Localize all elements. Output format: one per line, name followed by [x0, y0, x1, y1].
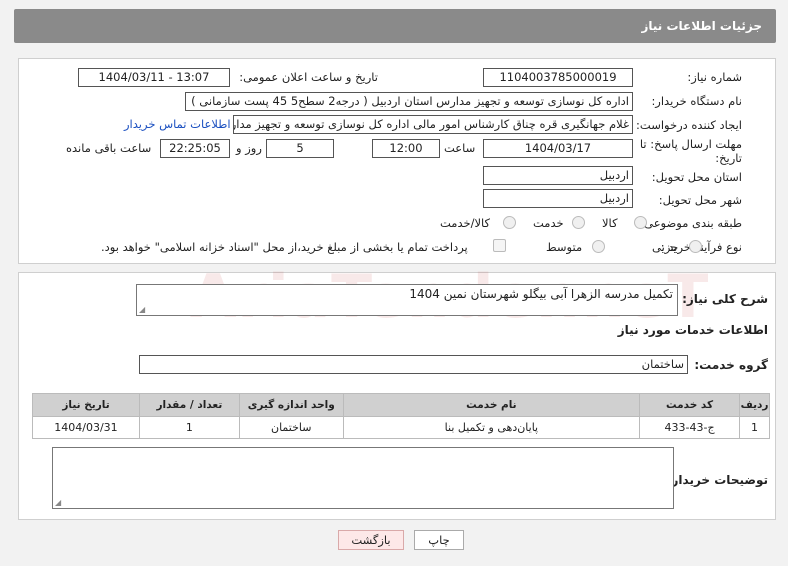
category-label: طبقه بندی موضوعی:: [640, 216, 742, 230]
deadline-time-field: 12:00: [372, 139, 440, 158]
summary-text: تکمیل مدرسه الزهرا آبی بیگلو شهرستان نمی…: [409, 287, 673, 301]
process-medium-radio[interactable]: [592, 240, 605, 253]
province-label: استان محل تحویل:: [651, 170, 742, 184]
cell-service-code: ج-43-433: [639, 416, 741, 439]
page-title: جزئیات اطلاعات نیاز: [641, 19, 762, 33]
cell-row-number: 1: [739, 416, 770, 439]
services-table: ردیف کد خدمت نام خدمت واحد اندازه گیری ت…: [32, 393, 770, 439]
days-label: روز و: [236, 141, 262, 155]
services-section-title: اطلاعات خدمات مورد نیاز: [617, 323, 768, 337]
col-header-service-name: نام خدمت: [342, 393, 641, 417]
service-group-field: ساختمان: [139, 355, 688, 374]
col-header-quantity: تعداد / مقدار: [138, 393, 240, 417]
category-service-radio[interactable]: [572, 216, 585, 229]
cell-unit: ساختمان: [238, 416, 344, 439]
category-goods-radio[interactable]: [634, 216, 647, 229]
back-button[interactable]: بازگشت: [338, 530, 404, 550]
table-header-row: ردیف کد خدمت نام خدمت واحد اندازه گیری ت…: [32, 393, 770, 417]
need-number-field: 1104003785000019: [483, 68, 633, 87]
summary-field: تکمیل مدرسه الزهرا آبی بیگلو شهرستان نمی…: [136, 284, 678, 316]
remaining-time-field: 22:25:05: [160, 139, 230, 158]
process-minor-radio[interactable]: [689, 240, 702, 253]
buyer-label: نام دستگاه خریدار:: [651, 94, 742, 108]
remaining-label: ساعت باقی مانده: [66, 141, 152, 155]
cell-service-name: پایان‌دهی و تکمیل بنا: [342, 416, 641, 439]
province-field: اردبیل: [483, 166, 633, 185]
announce-field: 1404/03/11 - 13:07: [78, 68, 230, 87]
deadline-date-field: 1404/03/17: [483, 139, 633, 158]
notes-resize-grip: ◢: [55, 498, 62, 507]
page-header: جزئیات اطلاعات نیاز: [14, 9, 776, 43]
process-minor-label: جزیی: [652, 240, 679, 254]
treasury-payment-note: پرداخت تمام یا بخشی از مبلغ خرید،از محل …: [101, 240, 468, 254]
summary-label: شرح کلی نیاز:: [682, 292, 768, 306]
category-both-radio[interactable]: [503, 216, 516, 229]
col-header-unit: واحد اندازه گیری: [238, 393, 344, 417]
days-field: 5: [266, 139, 334, 158]
buyer-notes-label: توضیحات خریدار:: [666, 473, 768, 487]
creator-field: غلام جهانگیری قره چناق کارشناس امور مالی…: [233, 115, 633, 134]
cell-need-date: 1404/03/31: [32, 416, 140, 439]
details-panel: [18, 58, 776, 264]
table-row: 1 ج-43-433 پایان‌دهی و تکمیل بنا ساختمان…: [32, 416, 770, 439]
category-goods-label: کالا: [602, 216, 618, 230]
buyer-field: اداره کل نوسازی توسعه و تجهیز مدارس استا…: [185, 92, 633, 111]
buyer-notes-field: ◢: [52, 447, 674, 509]
category-both-label: کالا/خدمت: [440, 216, 491, 230]
creator-label: ایجاد کننده درخواست:: [636, 118, 742, 132]
col-header-service-code: کد خدمت: [639, 393, 741, 417]
need-number-label: شماره نیاز:: [687, 70, 742, 84]
summary-resize-grip: ◢: [139, 305, 146, 314]
deadline-hour-label: ساعت: [444, 141, 476, 155]
buyer-contact-link[interactable]: اطلاعات تماس خریدار: [124, 117, 231, 131]
city-field: اردبیل: [483, 189, 633, 208]
deadline-label: مهلت ارسال پاسخ: تا: [639, 137, 742, 151]
category-service-label: خدمت: [533, 216, 564, 230]
city-label: شهر محل تحویل:: [658, 193, 742, 207]
service-group-label: گروه خدمت:: [694, 358, 768, 372]
print-button[interactable]: چاپ: [414, 530, 464, 550]
cell-quantity: 1: [138, 416, 240, 439]
treasury-payment-checkbox[interactable]: [493, 239, 506, 252]
announce-label: تاریخ و ساعت اعلان عمومی:: [239, 70, 378, 84]
col-header-need-date: تاریخ نیاز: [32, 393, 140, 417]
deadline-label-date: تاریخ:: [715, 151, 742, 165]
col-header-row-number: ردیف: [739, 393, 770, 417]
process-medium-label: متوسط: [546, 240, 583, 254]
